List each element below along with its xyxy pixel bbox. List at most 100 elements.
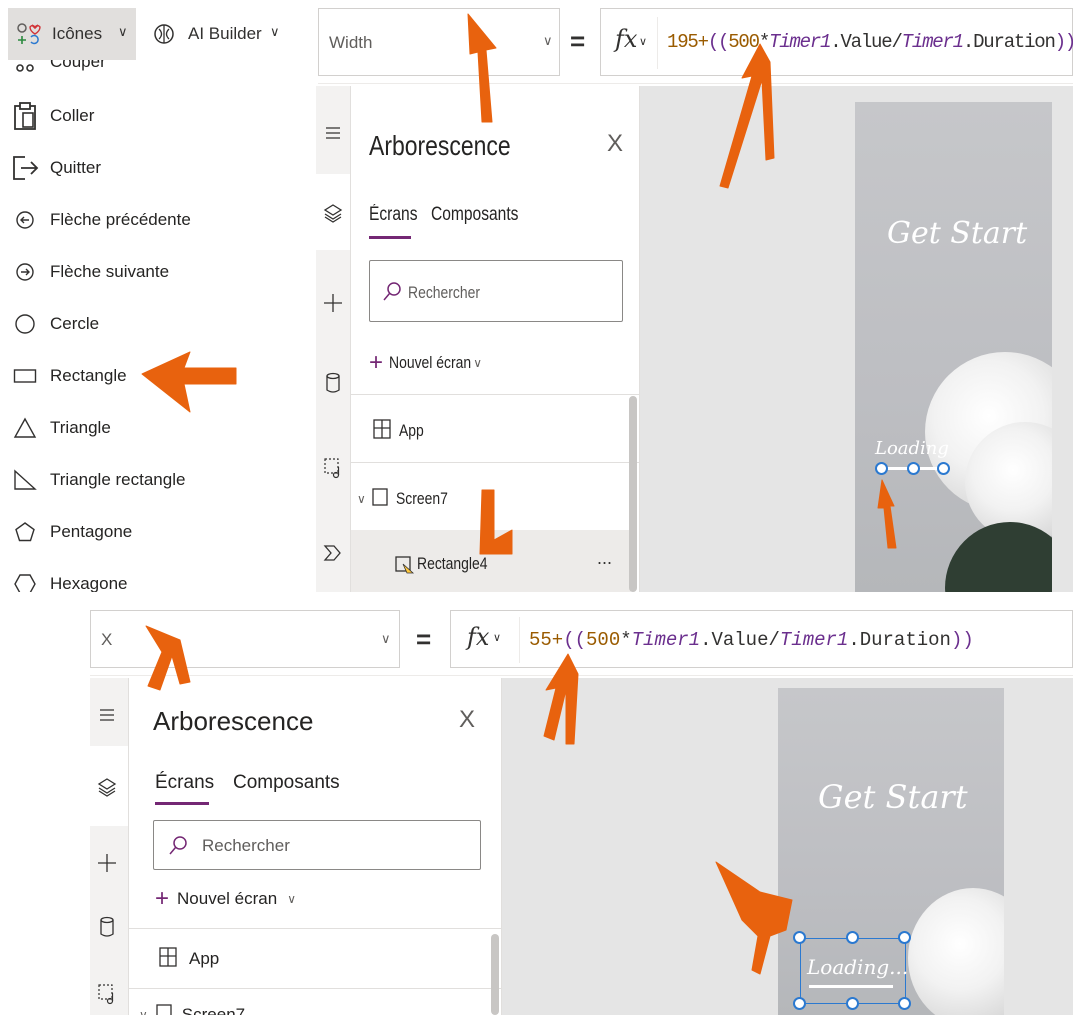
scissors-icon [0, 60, 50, 74]
property-dropdown[interactable]: Width ∨ [318, 8, 560, 76]
add-icon[interactable] [316, 286, 350, 320]
pentagon-icon [0, 521, 50, 543]
media-icon[interactable] [90, 978, 124, 1012]
tree-view-title: Arborescence [369, 130, 511, 161]
menu-item-label: Couper [50, 60, 106, 71]
database-icon[interactable] [316, 366, 350, 400]
tree-item-app[interactable]: App [159, 944, 219, 974]
tree-item-app[interactable]: App [373, 416, 429, 446]
hamburger-icon[interactable] [90, 698, 124, 732]
chevron-down-icon: ∨ [543, 33, 553, 48]
chevron-down-icon: ∨ [287, 892, 296, 906]
more-options-icon[interactable]: ... [597, 548, 612, 569]
get-start-text: Get Start [818, 778, 968, 816]
paste-icon [0, 101, 50, 131]
resize-handle[interactable] [907, 462, 920, 475]
menu-item-exit[interactable]: Quitter [0, 142, 300, 194]
resize-handle[interactable] [937, 462, 950, 475]
formula-text: 195+((500*Timer1.Value/Timer1.Duration)) [667, 31, 1073, 53]
power-automate-icon[interactable] [316, 536, 350, 570]
resize-handle[interactable] [793, 997, 806, 1010]
menu-item-pentagon[interactable]: Pentagone [0, 506, 300, 558]
menu-item-label: Cercle [50, 314, 100, 333]
ai-builder-label: AI Builder [188, 24, 262, 43]
search-input[interactable]: Rechercher [153, 820, 481, 870]
menu-item-right-triangle[interactable]: Triangle rectangle [0, 454, 300, 506]
leaf-image [945, 522, 1052, 592]
database-icon[interactable] [90, 910, 124, 944]
hamburger-icon[interactable] [316, 116, 350, 150]
menu-item-arrow-previous[interactable]: Flèche précédente [0, 194, 300, 246]
bottom-screenshot: X ∨ = fx ∨ 55+((500*Timer1.Value/Timer1.… [90, 606, 1073, 1015]
new-screen-button[interactable]: + Nouvel écran ∨ [369, 348, 482, 378]
menu-item-rectangle[interactable]: Rectangle [0, 350, 300, 402]
menu-item-arrow-next[interactable]: Flèche suivante [0, 246, 300, 298]
menu-item-cut[interactable]: Couper [0, 60, 300, 88]
menu-item-hexagon[interactable]: Hexagone [0, 558, 300, 592]
tree-view-panel: Arborescence X Écrans Composants Recherc… [350, 86, 641, 592]
add-icon[interactable] [90, 846, 124, 880]
tab-screens[interactable]: Écrans [155, 772, 214, 794]
formula-input[interactable]: fx ∨ 55+((500*Timer1.Value/Timer1.Durati… [450, 610, 1073, 668]
menu-item-label: Pentagone [50, 522, 133, 541]
resize-handle[interactable] [898, 997, 911, 1010]
fx-icon[interactable]: fx [467, 623, 489, 651]
property-name: X [101, 630, 113, 649]
menu-item-paste[interactable]: Coller [0, 90, 300, 142]
loading-bar [809, 985, 893, 988]
scrollbar[interactable] [491, 934, 499, 1015]
search-placeholder: Rechercher [408, 283, 481, 302]
menu-item-triangle[interactable]: Triangle [0, 402, 300, 454]
chevron-down-icon[interactable]: ∨ [139, 1008, 148, 1015]
hexagon-icon [0, 573, 50, 592]
selection-box[interactable]: Loading... [800, 938, 909, 1004]
new-screen-button[interactable]: + Nouvel écran ∨ [155, 884, 296, 914]
tab-components[interactable]: Composants [233, 772, 340, 794]
flower-image [908, 888, 1004, 1015]
tree-item-label: App [399, 421, 424, 440]
resize-handle[interactable] [846, 931, 859, 944]
tree-view-panel: Arborescence X Écrans Composants Recherc… [128, 678, 503, 1015]
layers-icon[interactable] [316, 196, 350, 230]
get-start-text: Get Start [887, 216, 1028, 251]
tree-item-rectangle-selected[interactable]: Rectangle4 ... [351, 530, 631, 592]
chevron-down-icon[interactable]: ∨ [357, 492, 366, 506]
exit-icon [0, 153, 50, 183]
formula-input[interactable]: fx ∨ 195+((500*Timer1.Value/Timer1.Durat… [600, 8, 1073, 76]
resize-handle[interactable] [846, 997, 859, 1010]
search-input[interactable]: Rechercher [369, 260, 623, 322]
app-icon [159, 946, 177, 972]
app-screen-preview[interactable]: Get Start Loading [855, 102, 1052, 592]
tab-components[interactable]: Composants [431, 204, 518, 226]
menu-item-label: Flèche suivante [50, 262, 170, 281]
ai-builder-dropdown-button[interactable]: AI Builder ∨ [140, 8, 300, 60]
app-screen-preview[interactable]: Get Start Loading... [778, 688, 1004, 1015]
new-screen-label: Nouvel écran [389, 353, 472, 372]
menu-item-label: Flèche précédente [50, 210, 191, 229]
close-icon[interactable]: X [459, 706, 475, 734]
tree-item-screen[interactable]: ∨ Screen7 [139, 1000, 245, 1015]
resize-handle[interactable] [793, 931, 806, 944]
chevron-down-icon: ∨ [473, 356, 482, 370]
equals-sign: = [416, 624, 432, 654]
resize-handle[interactable] [875, 462, 888, 475]
equals-sign: = [570, 26, 586, 56]
layers-icon[interactable] [90, 770, 124, 804]
search-icon [168, 835, 188, 862]
screen-icon [372, 487, 388, 511]
icons-dropdown-button[interactable]: Icônes ∨ [8, 8, 136, 60]
screen-icon [156, 1003, 172, 1015]
media-icon[interactable] [316, 452, 350, 486]
fx-icon[interactable]: fx [615, 25, 637, 53]
resize-handle[interactable] [898, 931, 911, 944]
new-screen-label: Nouvel écran [177, 889, 278, 908]
chevron-down-icon: ∨ [381, 631, 391, 646]
close-icon[interactable]: X [607, 130, 623, 158]
menu-item-circle[interactable]: Cercle [0, 298, 300, 350]
tree-item-screen[interactable]: ∨ Screen7 [357, 484, 459, 514]
search-icon [382, 281, 402, 308]
scrollbar[interactable] [629, 396, 637, 592]
tab-screens[interactable]: Écrans [369, 204, 417, 226]
property-dropdown[interactable]: X ∨ [90, 610, 400, 668]
loading-label: Loading... [807, 955, 909, 979]
